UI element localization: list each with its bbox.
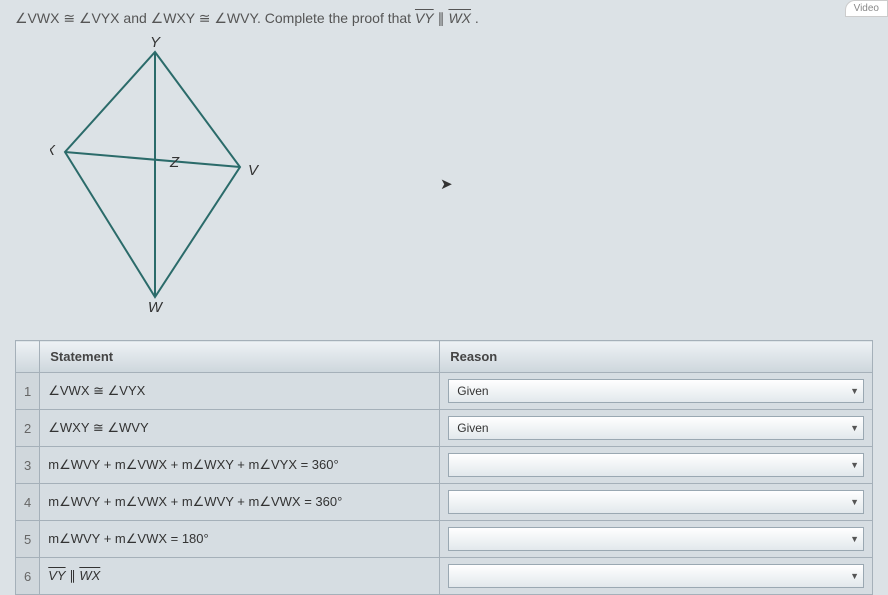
table-row: 3 m∠WVY + m∠VWX + m∠WXY + m∠VYX = 360° ▼ <box>16 447 873 484</box>
cursor-icon: ➤ <box>440 175 453 193</box>
statement-cell: m∠WVY + m∠VWX = 180° <box>40 521 440 558</box>
label-z: Z <box>169 154 180 171</box>
reason-dropdown-2[interactable]: Given ▼ <box>448 416 864 440</box>
statement-cell: m∠WVY + m∠VWX + m∠WXY + m∠VYX = 360° <box>40 447 440 484</box>
prompt-text-1: ∠VWX ≅ ∠VYX and ∠WXY ≅ ∠WVY. Complete th… <box>15 10 415 26</box>
table-row: 2 ∠WXY ≅ ∠WVY Given ▼ <box>16 410 873 447</box>
chevron-down-icon: ▼ <box>850 423 859 433</box>
chevron-down-icon: ▼ <box>850 460 859 470</box>
statement-cell: m∠WVY + m∠VWX + m∠WVY + m∠VWX = 360° <box>40 484 440 521</box>
segment-wx: WX <box>79 568 100 583</box>
statement-cell: VY ∥ WX <box>40 558 440 595</box>
reason-dropdown-3[interactable]: ▼ <box>448 453 864 477</box>
row-number: 3 <box>16 447 40 484</box>
row-number: 1 <box>16 373 40 410</box>
reason-value: Given <box>457 384 488 398</box>
table-row: 6 VY ∥ WX ▼ <box>16 558 873 595</box>
reason-dropdown-5[interactable]: ▼ <box>448 527 864 551</box>
label-v: V <box>248 162 260 179</box>
row-number: 2 <box>16 410 40 447</box>
header-reason: Reason <box>440 341 873 373</box>
video-label: Video <box>854 3 879 14</box>
row-number: 6 <box>16 558 40 595</box>
table-row: 1 ∠VWX ≅ ∠VYX Given ▼ <box>16 373 873 410</box>
row-number: 5 <box>16 521 40 558</box>
problem-prompt: ∠VWX ≅ ∠VYX and ∠WXY ≅ ∠WVY. Complete th… <box>15 10 873 27</box>
table-row: 4 m∠WVY + m∠VWX + m∠WVY + m∠VWX = 360° ▼ <box>16 484 873 521</box>
header-statement: Statement <box>40 341 440 373</box>
parallel-symbol: ∥ <box>438 10 449 26</box>
segment-vy: VY <box>48 568 65 583</box>
segment-vy: VY <box>415 10 434 26</box>
parallel-symbol: ∥ <box>69 568 79 583</box>
header-num <box>16 341 40 373</box>
chevron-down-icon: ▼ <box>850 571 859 581</box>
chevron-down-icon: ▼ <box>850 497 859 507</box>
chevron-down-icon: ▼ <box>850 534 859 544</box>
row-number: 4 <box>16 484 40 521</box>
reason-dropdown-6[interactable]: ▼ <box>448 564 864 588</box>
reason-dropdown-4[interactable]: ▼ <box>448 490 864 514</box>
prompt-end: . <box>475 10 479 26</box>
geometry-figure: Y X Z V W <box>50 37 873 320</box>
reason-value: Given <box>457 421 488 435</box>
label-x: X <box>50 142 56 159</box>
proof-table: Statement Reason 1 ∠VWX ≅ ∠VYX Given ▼ 2… <box>15 340 873 595</box>
statement-cell: ∠VWX ≅ ∠VYX <box>40 373 440 410</box>
statement-cell: ∠WXY ≅ ∠WVY <box>40 410 440 447</box>
chevron-down-icon: ▼ <box>850 386 859 396</box>
reason-dropdown-1[interactable]: Given ▼ <box>448 379 864 403</box>
table-row: 5 m∠WVY + m∠VWX = 180° ▼ <box>16 521 873 558</box>
segment-wx: WX <box>448 10 471 26</box>
label-y: Y <box>150 37 161 51</box>
video-button[interactable]: Video <box>845 0 888 17</box>
label-w: W <box>148 299 164 316</box>
